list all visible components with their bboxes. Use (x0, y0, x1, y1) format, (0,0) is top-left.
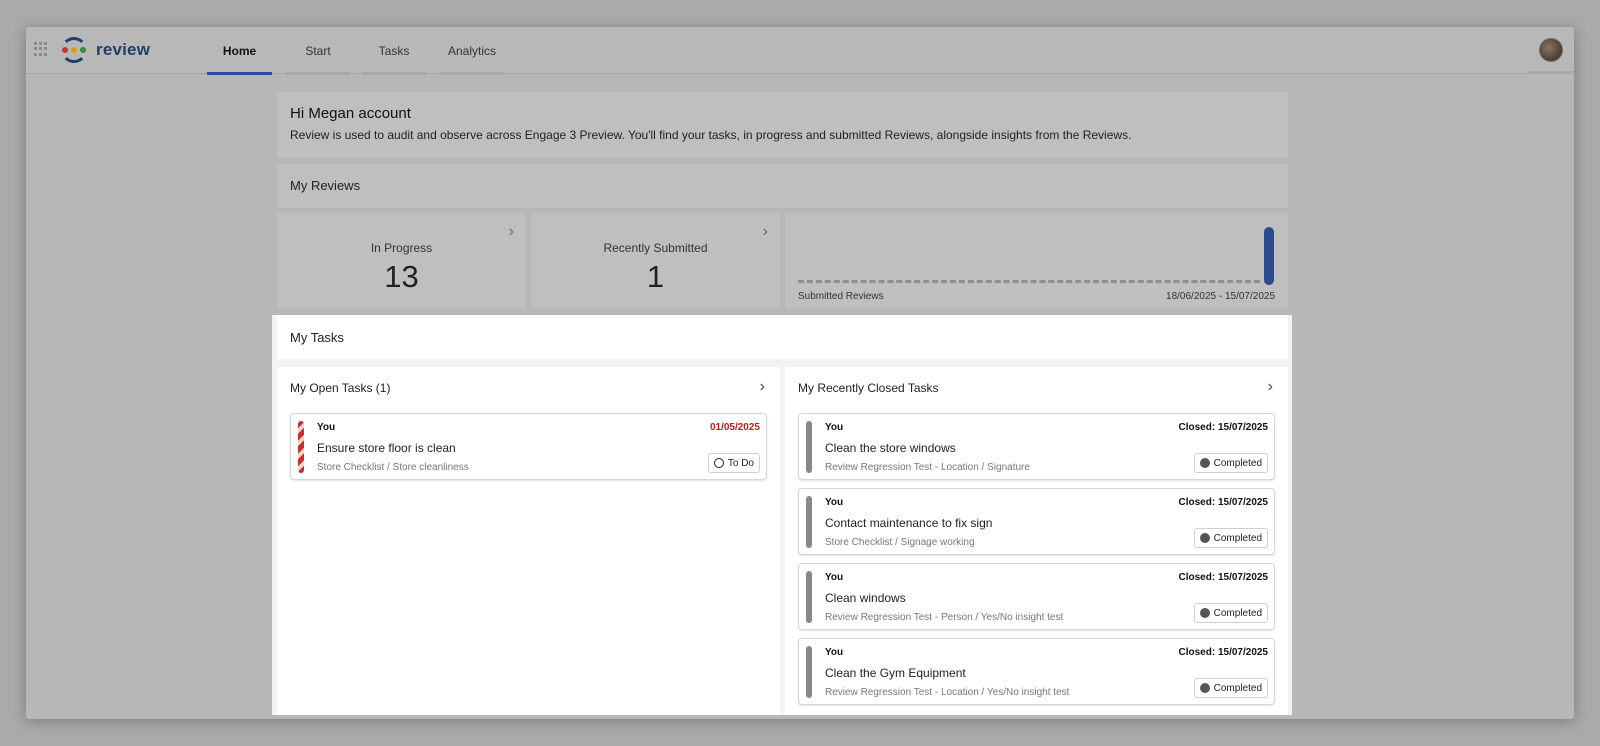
task-path: Review Regression Test - Location / Sign… (825, 462, 1030, 473)
greeting-title: Hi Megan account (290, 105, 411, 122)
tab-label: Analytics (447, 43, 497, 58)
circle-filled-icon (1199, 533, 1210, 543)
in-progress-label: In Progress (370, 241, 433, 255)
recently-submitted-count: 1 (646, 259, 665, 294)
overdue-stripe (298, 421, 304, 473)
greeting-card: Hi Megan account Review is used to audit… (277, 92, 1288, 158)
chart-date-range: 18/06/2025 - 15/07/2025 (1166, 291, 1275, 302)
task-path: Store Checklist / Signage working (825, 537, 975, 548)
app-launcher-icon[interactable] (34, 42, 48, 56)
chart-label: Submitted Reviews (798, 291, 884, 302)
task-closed-date: Closed: 15/07/2025 (1178, 422, 1269, 433)
task-card[interactable]: You 01/05/2025 Ensure store floor is cle… (290, 413, 767, 480)
circle-filled-icon (1199, 683, 1210, 693)
greeting-description: Review is used to audit and observe acro… (290, 128, 1132, 142)
status-badge: Completed (1193, 453, 1268, 473)
review-logo-icon (59, 36, 89, 64)
task-closed-date: Closed: 15/07/2025 (1178, 497, 1269, 508)
chart-bar[interactable] (1264, 227, 1274, 285)
open-tasks-column: My Open Tasks (1) › You 01/05/2025 Ensur… (277, 367, 780, 715)
chevron-right-icon: › (1267, 378, 1273, 395)
recently-submitted-label: Recently Submitted (603, 241, 708, 255)
closed-stripe (806, 571, 812, 623)
task-path: Review Regression Test - Person / Yes/No… (825, 612, 1064, 623)
task-assignee: You (825, 647, 844, 658)
in-progress-card[interactable]: In Progress 13 › (277, 213, 526, 309)
task-title: Contact maintenance to fix sign (825, 516, 993, 530)
my-tasks-panel: My Tasks My Open Tasks (1) › You 01/05/2… (272, 315, 1292, 715)
status-badge: Completed (1193, 678, 1268, 698)
open-tasks-title: My Open Tasks (1) (290, 381, 391, 395)
closed-stripe (806, 646, 812, 698)
open-tasks-header[interactable]: My Open Tasks (1) › (290, 378, 767, 395)
chevron-right-icon: › (508, 223, 514, 240)
app-window: review Home Start Tasks Analytics Hi Meg… (26, 27, 1574, 719)
in-progress-count: 13 (384, 259, 419, 294)
user-avatar[interactable] (1539, 38, 1563, 62)
top-bar: review Home Start Tasks Analytics (26, 27, 1574, 75)
status-label: Completed (1213, 682, 1262, 694)
circle-outline-icon (713, 458, 724, 468)
task-assignee: You (825, 572, 844, 583)
status-label: Completed (1213, 457, 1262, 469)
chevron-right-icon: › (762, 223, 768, 240)
closed-tasks-column: My Recently Closed Tasks › You Closed: 1… (785, 367, 1288, 715)
task-title: Ensure store floor is clean (317, 441, 456, 455)
submitted-reviews-chart: Submitted Reviews 18/06/2025 - 15/07/202… (785, 213, 1288, 309)
task-path: Review Regression Test - Location / Yes/… (825, 687, 1070, 698)
status-badge: Completed (1193, 603, 1268, 623)
chevron-right-icon: › (759, 378, 765, 395)
task-card[interactable]: You Closed: 15/07/2025 Clean the Gym Equ… (798, 638, 1275, 705)
closed-stripe (806, 421, 812, 473)
task-title: Clean windows (825, 591, 906, 605)
task-card[interactable]: You Closed: 15/07/2025 Clean windows Rev… (798, 563, 1275, 630)
chart-baseline (798, 280, 1260, 283)
my-reviews-heading: My Reviews (277, 164, 1288, 208)
task-closed-date: Closed: 15/07/2025 (1178, 647, 1269, 658)
tab-analytics[interactable]: Analytics (440, 27, 504, 75)
recently-submitted-card[interactable]: Recently Submitted 1 › (531, 213, 780, 309)
task-assignee: You (825, 497, 844, 508)
review-logo[interactable]: review (59, 36, 150, 64)
tab-start[interactable]: Start (286, 27, 350, 75)
circle-filled-icon (1199, 608, 1210, 618)
task-card[interactable]: You Closed: 15/07/2025 Contact maintenan… (798, 488, 1275, 555)
closed-tasks-header[interactable]: My Recently Closed Tasks › (798, 378, 1275, 395)
tab-home[interactable]: Home (207, 27, 272, 75)
status-label: Completed (1213, 532, 1262, 544)
task-title: Clean the store windows (825, 441, 956, 455)
task-assignee: You (317, 422, 336, 433)
task-path: Store Checklist / Store cleanliness (317, 462, 469, 473)
tab-label: Home (222, 43, 257, 58)
tab-label: Tasks (378, 43, 410, 58)
logo-text: review (96, 40, 151, 59)
status-label: Completed (1213, 607, 1262, 619)
tab-label: Start (305, 43, 331, 58)
tab-tasks[interactable]: Tasks (362, 27, 426, 75)
my-tasks-heading: My Tasks (277, 315, 1288, 359)
task-assignee: You (825, 422, 844, 433)
circle-filled-icon (1199, 458, 1210, 468)
main-nav: Home Start Tasks Analytics (207, 27, 504, 75)
task-card[interactable]: You Closed: 15/07/2025 Clean the store w… (798, 413, 1275, 480)
task-due-date: 01/05/2025 (709, 422, 760, 433)
task-title: Clean the Gym Equipment (825, 666, 966, 680)
closed-tasks-title: My Recently Closed Tasks (798, 381, 939, 395)
status-badge: To Do (707, 453, 760, 473)
task-closed-date: Closed: 15/07/2025 (1178, 572, 1269, 583)
status-label: To Do (727, 457, 754, 469)
status-badge: Completed (1193, 528, 1268, 548)
closed-stripe (806, 496, 812, 548)
